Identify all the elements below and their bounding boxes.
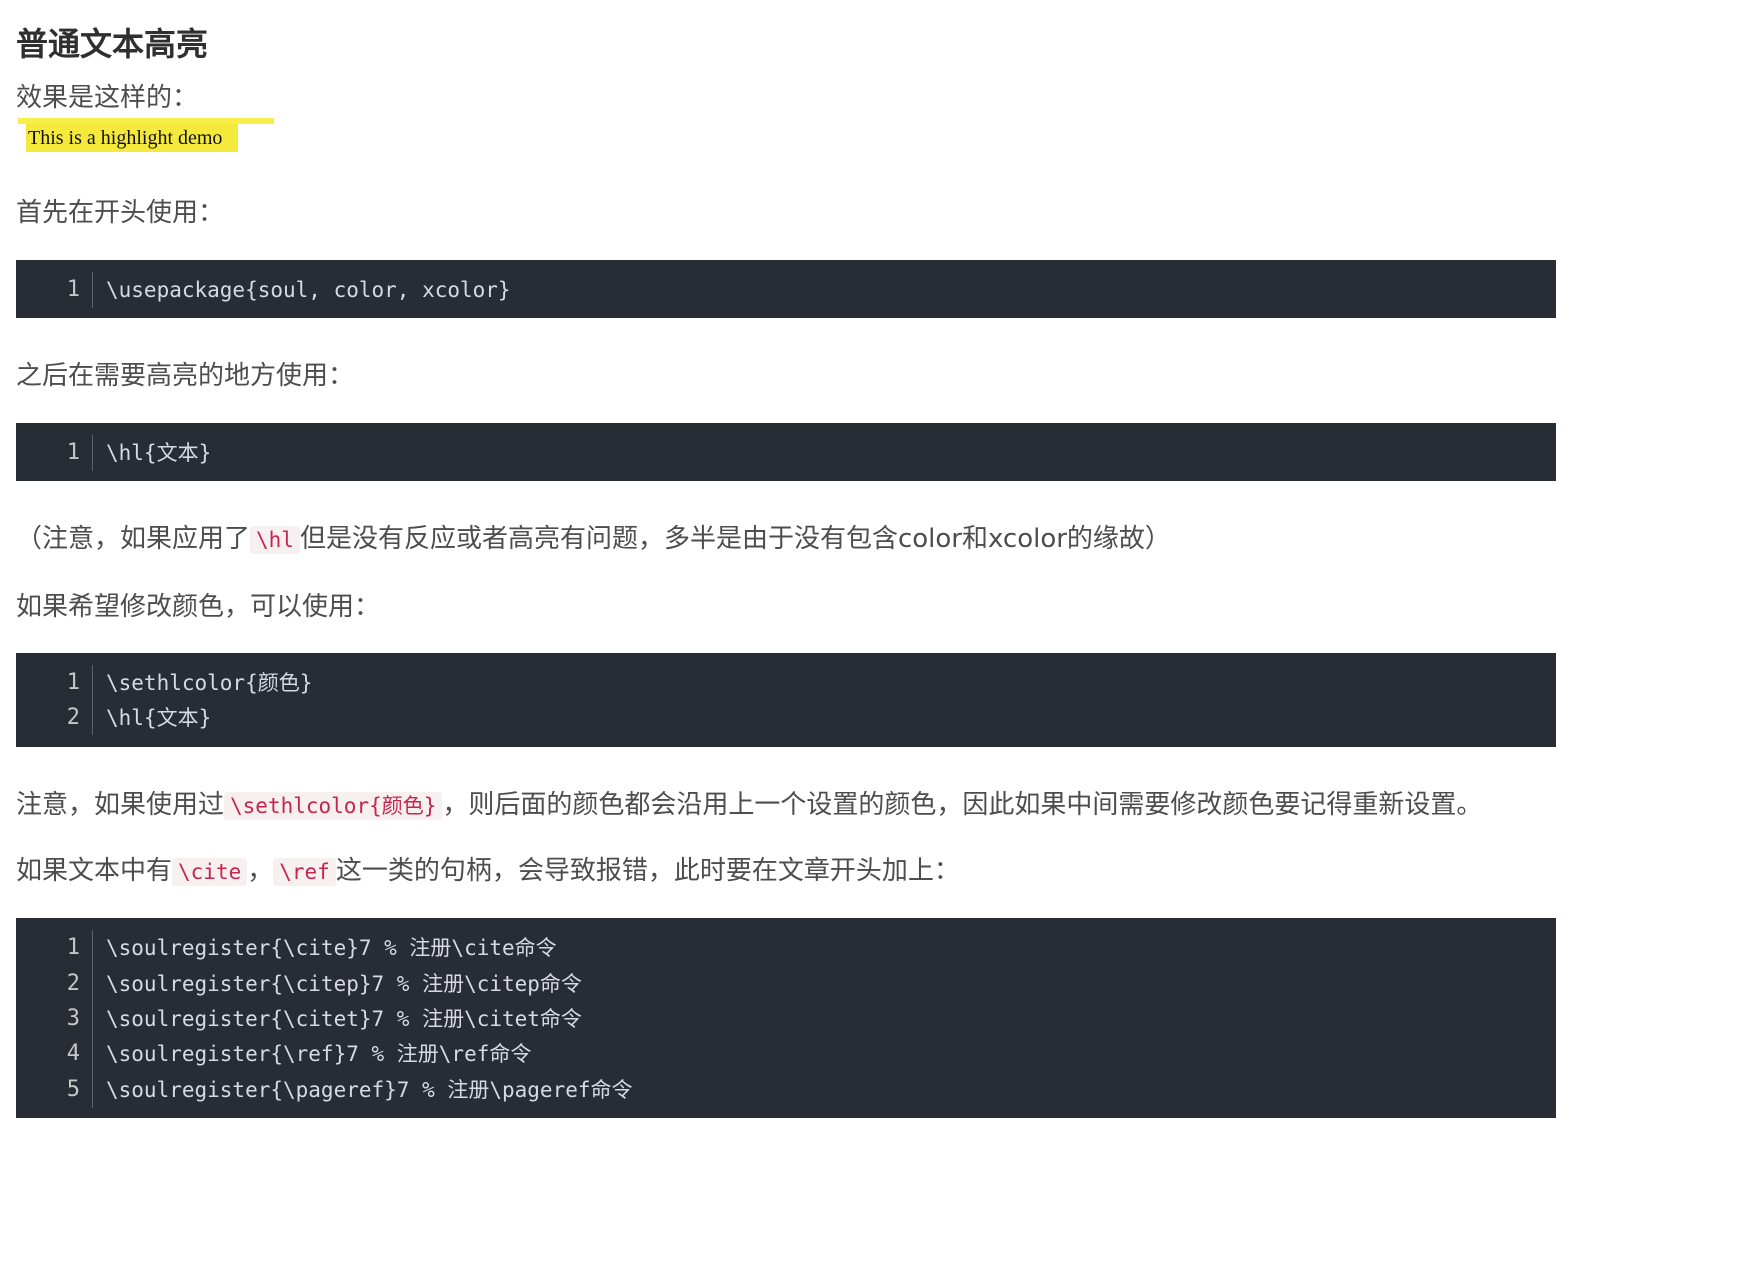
inline-code-cite: \cite xyxy=(172,858,248,886)
highlight-demo-image: This is a highlight demo xyxy=(18,114,276,154)
code-block-hl[interactable]: 1 \hl{文本} xyxy=(16,423,1556,481)
code-text: \soulregister{\citep}7 % 注册\citep命令 xyxy=(106,972,582,996)
code-text: \hl{文本} xyxy=(106,706,212,730)
note-text: 注意，如果使用过 xyxy=(16,790,225,820)
code-line: 1 \usepackage{soul, color, xcolor} xyxy=(16,272,1556,308)
line-number: 4 xyxy=(66,1041,80,1066)
note-hl-paragraph: （注意，如果应用了 \hl 但是没有反应或者高亮有问题，多半是由于没有包含color… xyxy=(16,521,1171,558)
note-text: 但是没有反应或者高亮有问题，多半是由于没有包含color和xcolor的缘故） xyxy=(299,524,1171,554)
highlight-demo-text: This is a highlight demo xyxy=(28,127,223,149)
code-block-sethlcolor[interactable]: 1 \sethlcolor{颜色} 2 \hl{文本} xyxy=(16,653,1556,747)
then-paragraph: 之后在需要高亮的地方使用： xyxy=(16,361,355,391)
note-text: ，则后面的颜色都会沿用上一个设置的颜色，因此如果中间需要修改颜色要记得重新设置。 xyxy=(442,790,1483,820)
code-line: 3 \soulregister{\citet}7 % 注册\citet命令 xyxy=(16,1001,1556,1037)
code-text: \soulregister{\citet}7 % 注册\citet命令 xyxy=(106,1007,582,1031)
code-block-soulregister[interactable]: 1 \soulregister{\cite}7 % 注册\cite命令 2 \s… xyxy=(16,918,1556,1118)
note-text: 如果文本中有 xyxy=(16,856,173,886)
section-heading: 普通文本高亮 xyxy=(16,25,209,63)
line-number: 5 xyxy=(66,1077,80,1102)
color-paragraph: 如果希望修改颜色，可以使用： xyxy=(16,592,381,622)
inline-code-sethlcolor: \sethlcolor{颜色} xyxy=(224,792,443,820)
code-block-usepackage[interactable]: 1 \usepackage{soul, color, xcolor} xyxy=(16,260,1556,318)
code-line: 5 \soulregister{\pageref}7 % 注册\pageref命… xyxy=(16,1072,1556,1108)
code-line: 1 \soulregister{\cite}7 % 注册\cite命令 xyxy=(16,930,1556,966)
code-text: \soulregister{\pageref}7 % 注册\pageref命令 xyxy=(106,1078,633,1102)
note-separator: ， xyxy=(247,856,274,886)
line-number: 1 xyxy=(66,670,80,695)
effect-paragraph: 效果是这样的： xyxy=(16,83,199,113)
code-line: 4 \soulregister{\ref}7 % 注册\ref命令 xyxy=(16,1036,1556,1072)
code-line: 2 \hl{文本} xyxy=(16,700,1556,736)
line-number: 1 xyxy=(66,935,80,960)
note-cite-paragraph: 如果文本中有 \cite， \ref 这一类的句柄，会导致报错，此时要在文章开头加上： xyxy=(16,853,960,890)
line-number: 2 xyxy=(66,705,80,730)
code-text: \soulregister{\ref}7 % 注册\ref命令 xyxy=(106,1042,532,1066)
code-text: \soulregister{\cite}7 % 注册\cite命令 xyxy=(106,936,557,960)
code-line: 2 \soulregister{\citep}7 % 注册\citep命令 xyxy=(16,966,1556,1002)
code-text: \usepackage{soul, color, xcolor} xyxy=(106,278,511,302)
code-text: \sethlcolor{颜色} xyxy=(106,671,313,695)
line-number: 2 xyxy=(66,971,80,996)
note-text: （注意，如果应用了 xyxy=(16,524,251,554)
inline-code-hl: \hl xyxy=(250,526,300,554)
line-number: 1 xyxy=(66,440,80,465)
note-text: 这一类的句柄，会导致报错，此时要在文章开头加上： xyxy=(335,856,960,886)
first-paragraph: 首先在开头使用： xyxy=(16,198,225,228)
line-number: 1 xyxy=(66,277,80,302)
code-line: 1 \sethlcolor{颜色} xyxy=(16,665,1556,701)
note-sethlcolor-paragraph: 注意，如果使用过 \sethlcolor{颜色} ，则后面的颜色都会沿用上一个设置的… xyxy=(16,787,1482,824)
line-number: 3 xyxy=(66,1006,80,1031)
inline-code-ref: \ref xyxy=(273,858,336,886)
code-line: 1 \hl{文本} xyxy=(16,435,1556,471)
code-text: \hl{文本} xyxy=(106,441,212,465)
